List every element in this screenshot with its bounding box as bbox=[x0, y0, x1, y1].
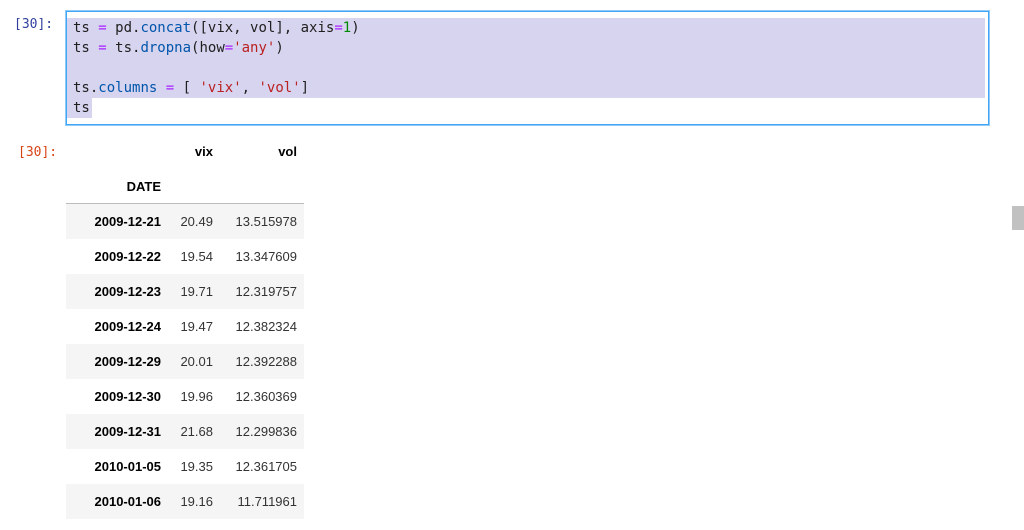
table-body: 2009-12-21 20.49 13.515978 2009-12-22 19.54 1… bbox=[66, 203, 304, 530]
table-header-row: vix vol bbox=[66, 134, 304, 169]
cell-vix: 19.71 bbox=[180, 284, 213, 299]
cell-vix: 19.35 bbox=[180, 459, 213, 474]
cell-vol: 12.319757 bbox=[235, 284, 297, 299]
dataframe-table: vix vol DATE 2009-12-21 20.49 13.515978 200… bbox=[66, 134, 304, 530]
cell-vix: 20.49 bbox=[180, 214, 213, 229]
row-index-date: 2009-12-21 bbox=[94, 214, 162, 229]
row-index-date: 2010-01-07 bbox=[66, 519, 168, 530]
table-row: 2009-12-31 21.68 12.299836 bbox=[66, 414, 304, 449]
table-row: 2010-01-06 19.16 11.711961 bbox=[66, 484, 304, 519]
table-row: 2010-01-0718.9611.613700 bbox=[66, 519, 304, 530]
cell-vix: 21.68 bbox=[180, 424, 213, 439]
table-row: 2009-12-24 19.47 12.382324 bbox=[66, 309, 304, 344]
row-index-date: 2009-12-23 bbox=[94, 284, 162, 299]
table-row: 2009-12-22 19.54 13.347609 bbox=[66, 239, 304, 274]
cell-vol: 13.515978 bbox=[235, 214, 297, 229]
input-prompt: [30]: bbox=[14, 17, 54, 32]
cell-vix: 19.16 bbox=[180, 494, 213, 509]
code-line-5[interactable]: ts bbox=[67, 98, 92, 118]
output-prompt: [30]: bbox=[18, 145, 58, 160]
cell-vix: 19.96 bbox=[180, 389, 213, 404]
table-row: 2009-12-21 20.49 13.515978 bbox=[66, 203, 304, 239]
scrollbar-thumb[interactable] bbox=[1012, 206, 1024, 230]
row-index-date: 2009-12-24 bbox=[94, 319, 162, 334]
table-row: 2009-12-29 20.01 12.392288 bbox=[66, 344, 304, 379]
code-line-2[interactable]: ts = ts.dropna(how='any') bbox=[67, 38, 985, 58]
index-header-blank bbox=[66, 134, 168, 169]
cell-vol: 11.613700 bbox=[220, 519, 304, 530]
column-header-vol: vol bbox=[278, 144, 297, 159]
code-editor[interactable]: ts = pd.concat([vix, vol], axis=1) ts = … bbox=[66, 11, 989, 125]
row-index-date: 2010-01-06 bbox=[94, 494, 162, 509]
cell-vol: 12.392288 bbox=[235, 354, 297, 369]
table-row: 2010-01-05 19.35 12.361705 bbox=[66, 449, 304, 484]
code-line-4[interactable]: ts.columns = [ 'vix', 'vol'] bbox=[67, 78, 985, 98]
row-index-date: 2009-12-31 bbox=[94, 424, 162, 439]
row-index-date: 2009-12-29 bbox=[94, 354, 162, 369]
cell-vol: 12.382324 bbox=[235, 319, 297, 334]
cell-vol: 11.711961 bbox=[237, 494, 297, 509]
index-name-row: DATE bbox=[66, 169, 304, 204]
row-index-date: 2009-12-30 bbox=[94, 389, 162, 404]
cell-vol: 13.347609 bbox=[235, 249, 297, 264]
cell-vol: 12.361705 bbox=[235, 459, 297, 474]
row-index-date: 2010-01-05 bbox=[94, 459, 162, 474]
table-row: 2009-12-23 19.71 12.319757 bbox=[66, 274, 304, 309]
cell-vix: 19.47 bbox=[180, 319, 213, 334]
row-index-date: 2009-12-22 bbox=[94, 249, 162, 264]
cell-vol: 12.360369 bbox=[235, 389, 297, 404]
index-name-header: DATE bbox=[66, 169, 168, 204]
code-line-1[interactable]: ts = pd.concat([vix, vol], axis=1) bbox=[67, 18, 985, 38]
cell-vol: 12.299836 bbox=[235, 424, 297, 439]
cell-vix: 20.01 bbox=[180, 354, 213, 369]
table-row: 2009-12-30 19.96 12.360369 bbox=[66, 379, 304, 414]
cell-vix: 19.54 bbox=[180, 249, 213, 264]
code-line-3[interactable] bbox=[67, 58, 985, 78]
cell-vix: 18.96 bbox=[168, 519, 220, 530]
column-header-vix: vix bbox=[194, 144, 213, 159]
